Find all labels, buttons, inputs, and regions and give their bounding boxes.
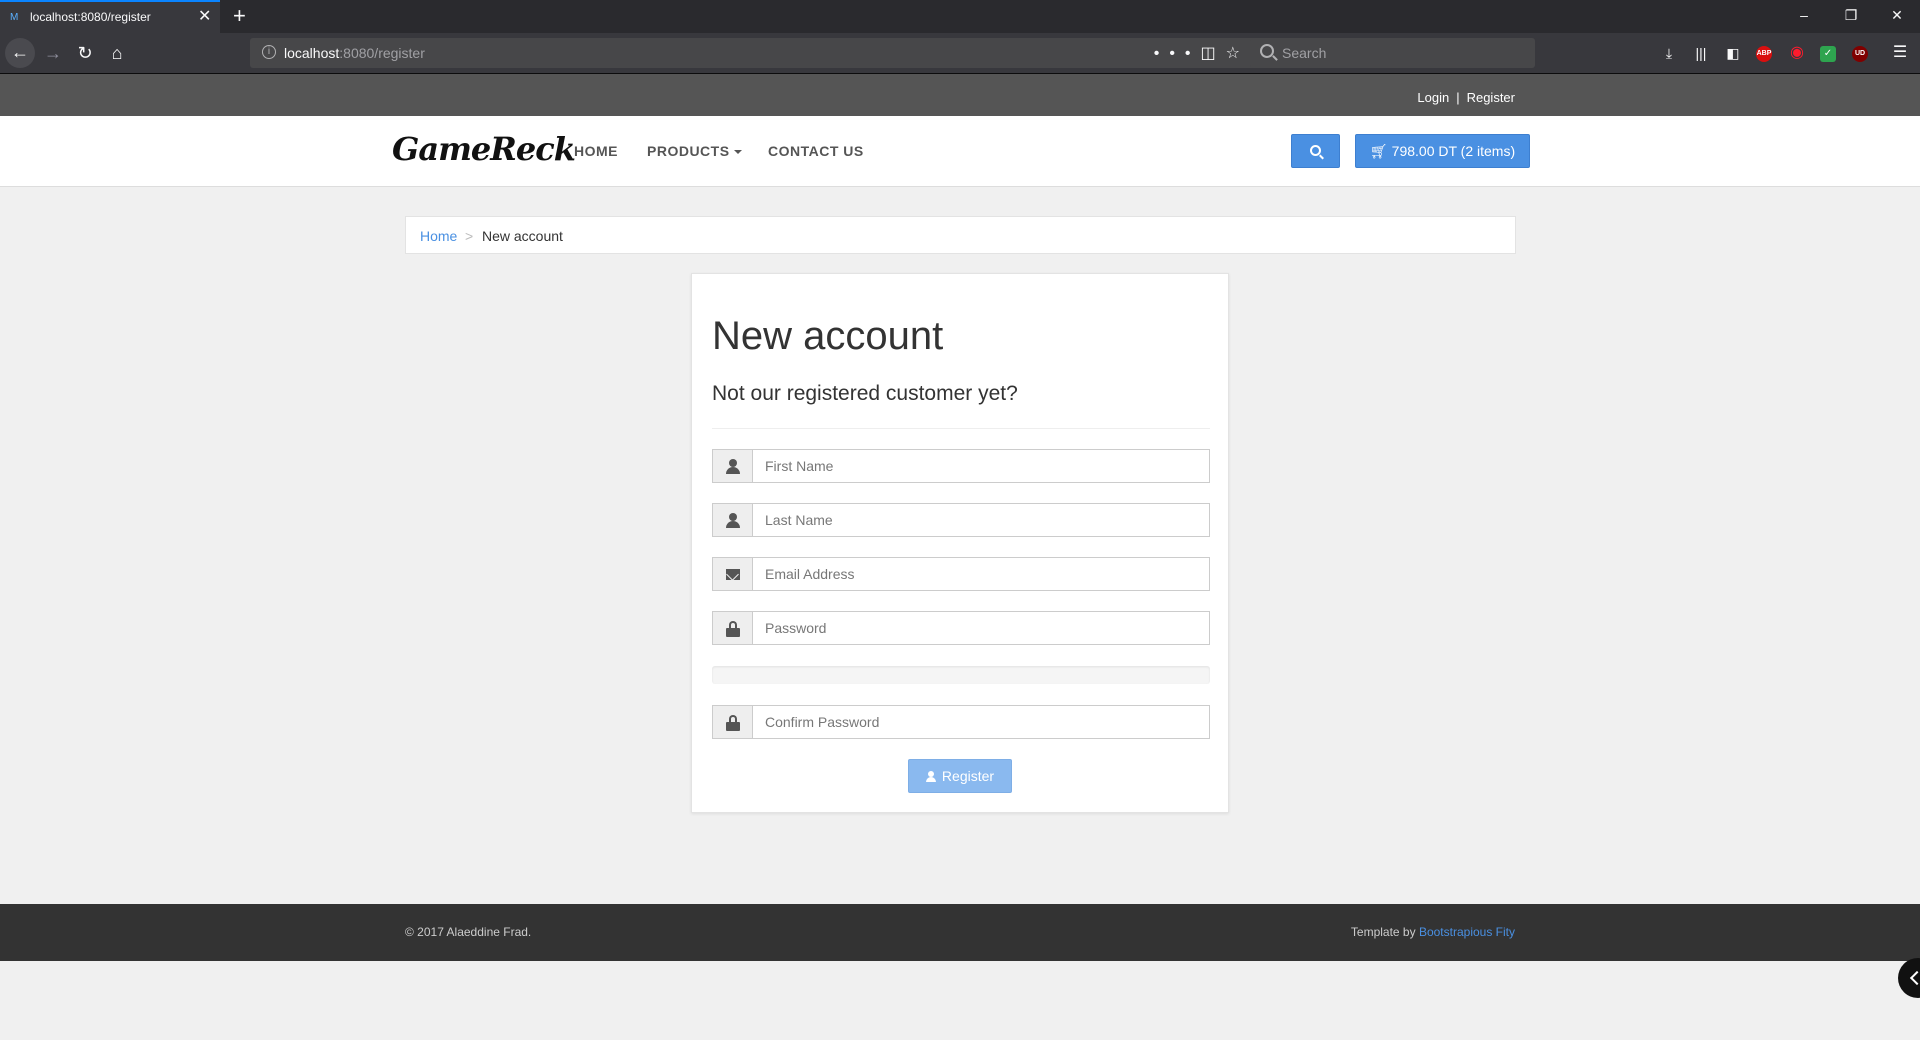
adblock-icon[interactable]: ABP	[1756, 46, 1772, 62]
browser-search-bar[interactable]: Search	[1250, 38, 1535, 68]
url-host: localhost	[284, 45, 340, 61]
user-plus-icon	[925, 771, 936, 782]
password-field[interactable]	[752, 611, 1210, 645]
last-name-field[interactable]	[752, 503, 1210, 537]
browser-toolbar: ← → ↻ ⌂ i localhost:8080/register •••◫☆ …	[0, 33, 1920, 74]
site-info-icon[interactable]: i	[262, 45, 276, 59]
page-actions-icon[interactable]: •••	[1154, 45, 1201, 62]
register-button[interactable]: Register	[908, 759, 1012, 793]
password-addon	[712, 611, 752, 645]
minimize-icon[interactable]: –	[1794, 6, 1814, 24]
register-button-label: Register	[941, 768, 995, 784]
url-bar[interactable]: i localhost:8080/register •••◫☆	[250, 38, 1260, 68]
browser-tab[interactable]: M localhost:8080/register ✕	[0, 0, 220, 33]
site-logo[interactable]: GameReck	[392, 130, 576, 168]
register-link[interactable]: Register	[1467, 90, 1515, 105]
user-icon	[726, 513, 740, 529]
password-group	[712, 611, 1210, 645]
footer-copyright: © 2017 Alaeddine Frad.	[405, 925, 532, 939]
back-icon: ←	[11, 42, 29, 62]
library-icon[interactable]: |||	[1692, 44, 1710, 62]
user-icon	[726, 459, 740, 475]
nav-contact[interactable]: CONTACT US	[768, 143, 864, 159]
reload-icon[interactable]: ↻	[74, 42, 96, 64]
site-topbar: Login | Register	[0, 74, 1920, 116]
footer-credit: Template by Bootstrapious Fity	[1351, 925, 1515, 939]
close-window-icon[interactable]: ✕	[1887, 6, 1907, 24]
page-action-icons: •••◫☆	[1154, 43, 1250, 63]
divider	[712, 428, 1210, 429]
register-card: New account Not our registered customer …	[691, 273, 1229, 813]
password-strength-bar	[712, 666, 1210, 684]
email-addon	[712, 557, 752, 591]
first-name-field[interactable]	[752, 449, 1210, 483]
footer-template-by: Template by	[1350, 925, 1419, 939]
email-group	[712, 557, 1210, 591]
tab-title: localhost:8080/register	[30, 10, 151, 24]
email-field[interactable]	[752, 557, 1210, 591]
lock-icon	[726, 621, 740, 637]
pocket-icon[interactable]: ◫	[1201, 45, 1226, 62]
last-name-group	[712, 503, 1210, 537]
cart-icon: 🛒︎	[1369, 143, 1388, 159]
page-title: New account	[712, 314, 944, 358]
menu-icon[interactable]: ☰	[1891, 44, 1909, 62]
tab-close-icon[interactable]: ✕	[198, 8, 211, 26]
confirm-password-group	[712, 705, 1210, 739]
nav-products[interactable]: PRODUCTS	[647, 143, 742, 159]
site-navbar: GameReck HOME PRODUCTS CONTACT US 🛒︎ 798.…	[0, 116, 1920, 187]
opera-icon[interactable]: ◉	[1788, 44, 1806, 62]
bookmark-star-icon[interactable]: ☆	[1226, 45, 1250, 62]
cart-summary: 798.00 DT (2 items)	[1391, 143, 1516, 159]
url-path: :8080/register	[339, 45, 425, 61]
last-name-addon	[712, 503, 752, 537]
confirm-password-field[interactable]	[752, 705, 1210, 739]
browser-search-placeholder: Search	[1282, 45, 1327, 61]
forward-icon[interactable]: →	[42, 42, 64, 64]
search-icon	[1310, 145, 1321, 156]
lock-icon	[726, 715, 740, 731]
nav-home[interactable]: HOME	[574, 143, 618, 159]
sidebar-icon[interactable]: ◧	[1724, 44, 1742, 62]
nav-products-label: PRODUCTS	[647, 143, 730, 159]
envelope-icon	[726, 569, 740, 580]
login-link[interactable]: Login	[1417, 90, 1449, 105]
shield-icon[interactable]: ✓	[1820, 46, 1836, 62]
confirm-password-addon	[712, 705, 752, 739]
url-text: localhost:8080/register	[284, 45, 425, 61]
ublock-icon[interactable]: UD	[1852, 46, 1868, 62]
tab-favicon-icon: M	[10, 12, 19, 23]
breadcrumb: Home > New account	[405, 216, 1516, 254]
account-links: Login | Register	[1417, 90, 1515, 105]
topbar-separator: |	[1456, 90, 1460, 105]
page-subtitle: Not our registered customer yet?	[712, 382, 1018, 405]
home-icon[interactable]: ⌂	[106, 42, 128, 64]
breadcrumb-home[interactable]: Home	[420, 228, 457, 244]
cart-button[interactable]: 🛒︎ 798.00 DT (2 items)	[1355, 134, 1530, 168]
download-icon[interactable]: ⤓	[1660, 44, 1678, 62]
first-name-group	[712, 449, 1210, 483]
back-button[interactable]: ←	[5, 38, 35, 68]
first-name-addon	[712, 449, 752, 483]
breadcrumb-current: New account	[482, 228, 563, 244]
site-search-button[interactable]	[1291, 134, 1340, 168]
floating-collapse-button[interactable]	[1898, 958, 1920, 998]
footer-template-link[interactable]: Bootstrapious Fity	[1419, 925, 1515, 939]
search-icon	[1260, 44, 1274, 58]
new-tab-icon[interactable]: +	[233, 3, 246, 29]
browser-tabbar: M localhost:8080/register ✕ + – ❐ ✕	[0, 0, 1920, 33]
caret-down-icon	[733, 150, 742, 155]
breadcrumb-separator: >	[465, 228, 474, 244]
restore-icon[interactable]: ❐	[1841, 6, 1861, 24]
site-footer: © 2017 Alaeddine Frad. Template by Boots…	[0, 904, 1920, 961]
